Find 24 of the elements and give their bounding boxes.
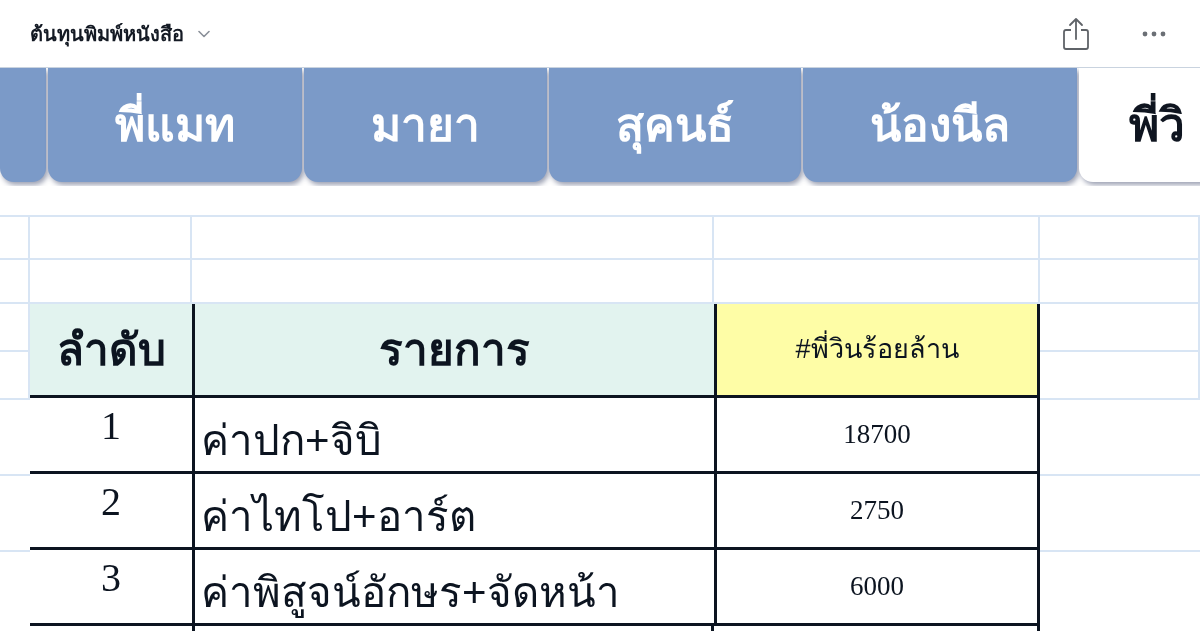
table-cell: 3: [30, 550, 192, 626]
sheet-tab[interactable]: น้องนีล: [803, 68, 1077, 182]
table-cell: ค่าไทโป+อาร์ต: [192, 474, 714, 550]
empty-cell: [0, 215, 30, 258]
table-cell: 2750: [714, 474, 1040, 550]
sheet-tab[interactable]: มายา: [304, 68, 547, 182]
table-cell: 6000: [714, 550, 1040, 626]
sheet-tab[interactable]: พี่วิ: [1079, 68, 1200, 182]
chevron-down-icon[interactable]: [198, 29, 210, 38]
table-cell: ค่าพิสูจน์อักษร+จัดหน้า: [192, 550, 714, 626]
column-header: รายการ: [192, 304, 714, 398]
document-title[interactable]: ต้นทุนพิมพ์หนังสือ: [30, 18, 184, 49]
table-cell: ค่าปก+จิบิ: [192, 398, 714, 474]
more-icon: [1142, 30, 1166, 37]
column-header: #พี่วินร้อยล้าน: [714, 304, 1040, 398]
share-icon: [1062, 16, 1090, 51]
table-cell: 18700: [714, 398, 1040, 474]
sheet-tab[interactable]: สุคนธ์: [549, 68, 801, 182]
table-cell: 2: [30, 474, 192, 550]
share-button[interactable]: [1062, 16, 1090, 51]
more-button[interactable]: [1142, 30, 1166, 37]
sheet-tab[interactable]: พี่แมท: [48, 68, 302, 182]
table-cell: 1: [30, 398, 192, 474]
column-header: ลำดับ: [30, 304, 192, 398]
